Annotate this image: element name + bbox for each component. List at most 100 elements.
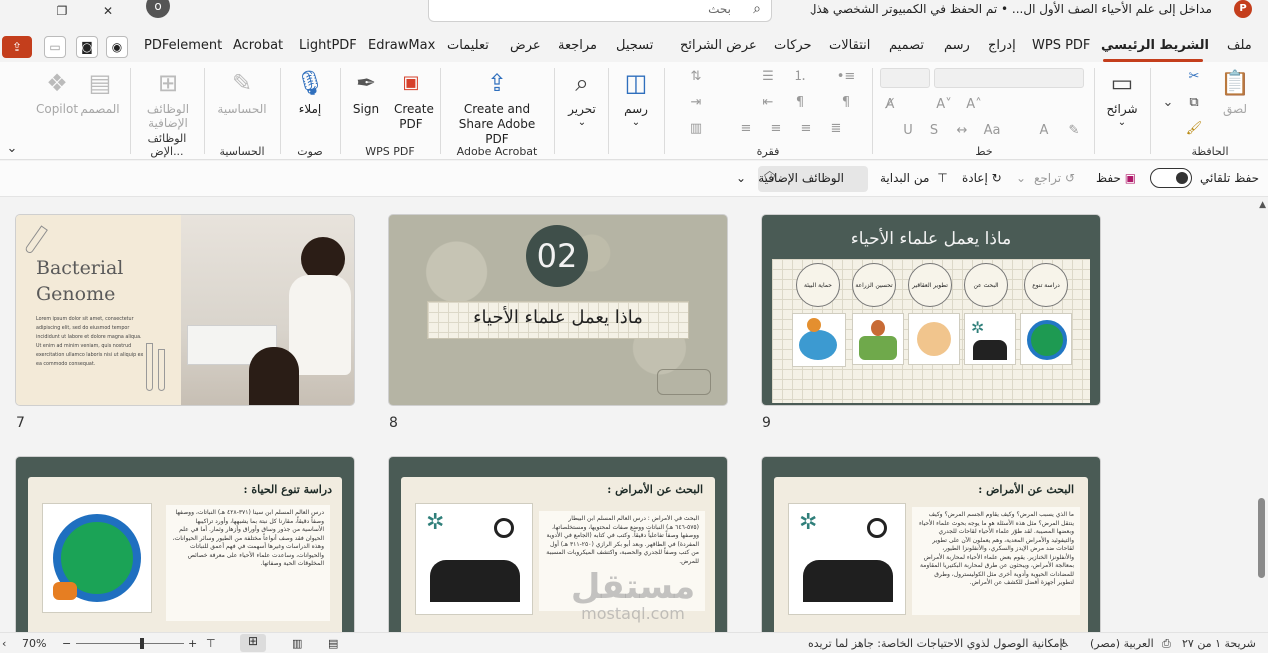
undo-dropdown-icon[interactable]: ⌄ — [1016, 171, 1026, 185]
collapse-ribbon-icon[interactable]: ⌄ — [2, 140, 22, 158]
designer-button[interactable]: ▤ المصمم — [78, 68, 122, 116]
text-direction-icon[interactable]: ⇅ — [686, 68, 706, 86]
autosave-toggle[interactable] — [1150, 168, 1192, 188]
profile-avatar[interactable]: o — [146, 0, 170, 18]
tab-insert[interactable]: إدراج — [988, 38, 1016, 53]
normal-view-icon[interactable]: ▤ — [328, 637, 338, 650]
slide-thumbnail-9[interactable]: ماذا يعمل علماء الأحياء دراسة تنوع الحيا… — [762, 215, 1100, 405]
align-right-icon[interactable]: ≡ — [796, 120, 816, 138]
share-pdf-icon: ⇪ — [486, 69, 508, 97]
format-painter-icon[interactable]: 🖌 — [1184, 120, 1204, 138]
font-size-box[interactable] — [880, 68, 930, 88]
copy-icon[interactable]: ⧉ — [1184, 94, 1204, 112]
tab-animations[interactable]: حركات — [774, 38, 812, 53]
tab-wps-pdf[interactable]: WPS PDF — [1032, 38, 1090, 53]
dictate-button[interactable]: 🎙 إملاء — [288, 68, 332, 116]
change-case-icon[interactable]: Aa — [982, 122, 1002, 140]
tab-home[interactable]: الشريط الرئيسي — [1101, 38, 1209, 53]
ribbon-separator — [440, 68, 441, 154]
grow-font-icon[interactable]: A˄ — [964, 96, 984, 114]
edit-button[interactable]: ⌕ تحرير ⌄ — [560, 68, 604, 130]
rtl-icon[interactable]: ¶ — [790, 94, 810, 112]
qat-customize-icon[interactable]: ⌄ — [736, 171, 746, 185]
shrink-font-icon[interactable]: A˅ — [934, 96, 954, 114]
bullets-icon[interactable]: •≡ — [836, 68, 856, 86]
reading-view-icon[interactable]: ▥ — [292, 637, 302, 650]
scroll-up-icon[interactable]: ▲ — [1259, 200, 1266, 210]
accessibility-status[interactable]: إمكانية الوصول لذوي الاحتياجات الخاصة: ج… — [808, 637, 1063, 650]
camera-icon[interactable]: ◙ — [76, 36, 98, 58]
sign-button[interactable]: ✒ Sign — [346, 68, 386, 116]
cut-icon[interactable]: ✂ — [1184, 68, 1204, 86]
justify-icon[interactable]: ≣ — [826, 120, 846, 138]
create-pdf-button[interactable]: ▣ Create PDF — [388, 68, 434, 132]
tab-draw[interactable]: رسم — [944, 38, 970, 53]
language-status[interactable]: العربية (مصر) — [1090, 637, 1154, 650]
line-spacing-icon[interactable]: ☰ — [758, 68, 778, 86]
create-share-adobe-pdf-button[interactable]: ⇪ Create and Share Adobe PDF — [446, 68, 548, 147]
qat-addins-button[interactable]: ⬠ الوظائف الإضافية — [758, 166, 868, 192]
tab-help[interactable]: تعليمات — [447, 38, 489, 53]
scrollbar-thumb[interactable] — [1258, 498, 1265, 578]
vertical-scrollbar[interactable]: ▲ — [1254, 198, 1268, 632]
slide-sorter-view-icon[interactable]: ⊞ — [240, 634, 266, 652]
ribbon-separator — [280, 68, 281, 154]
tab-acrobat[interactable]: Acrobat — [233, 38, 283, 53]
comments-icon[interactable]: ▭ — [44, 36, 66, 58]
tab-edrawmax[interactable]: EdrawMax — [368, 38, 435, 53]
clear-format-icon[interactable]: A̸ — [880, 96, 900, 114]
numbering-icon[interactable]: ⒈ — [790, 68, 810, 86]
watermark-url: mostaql.com — [581, 604, 685, 623]
tab-lightpdf[interactable]: LightPDF — [299, 38, 357, 53]
font-name-box[interactable] — [934, 68, 1084, 88]
slide-thumbnail-8[interactable]: 02 ماذا يعمل علماء الأحياء — [389, 215, 727, 405]
record-icon[interactable]: ◉ — [106, 36, 128, 58]
tab-review[interactable]: مراجعة — [558, 38, 597, 53]
from-start-button[interactable]: من البداية ⊤ — [880, 171, 948, 185]
strikethrough-icon[interactable]: S — [924, 122, 944, 140]
dropdown-icon[interactable]: ⌄ — [1158, 94, 1178, 112]
sensitivity-button[interactable]: ✎ الحساسية — [212, 68, 272, 116]
slide-thumbnail-10[interactable]: دراسة تنوع الحياة : درس العالم المسلم اب… — [16, 457, 354, 632]
redo-button[interactable]: إعادة ↻ — [962, 171, 1002, 185]
copilot-button[interactable]: ❖ Copilot — [34, 68, 80, 116]
addins-button[interactable]: ⊞ الوظائف الإضافية — [140, 68, 196, 130]
font-color-icon[interactable]: A — [1034, 122, 1054, 140]
zoom-level[interactable]: 70% — [22, 637, 46, 650]
align-left-icon[interactable]: ≡ — [736, 120, 756, 138]
slide10-body: درس العالم المسلم ابن سينا (٣٧١-٤٢٨ هـ) … — [172, 509, 324, 567]
tab-view[interactable]: عرض — [510, 38, 541, 53]
presenter-view-icon[interactable]: ⊤ — [206, 637, 216, 650]
columns-icon[interactable]: ▥ — [686, 120, 706, 138]
char-spacing-icon[interactable]: ↔ — [952, 122, 972, 140]
undo-button[interactable]: تراجع ↺ — [1034, 171, 1075, 185]
underline-icon[interactable]: U — [898, 122, 918, 140]
close-icon[interactable]: ✕ — [98, 0, 118, 22]
highlight-icon[interactable]: ✎ — [1064, 122, 1084, 140]
zoom-minus[interactable]: − — [62, 637, 71, 650]
tab-design[interactable]: تصميم — [889, 38, 924, 53]
indent-decrease-icon[interactable]: ⇤ — [758, 94, 778, 112]
align-text-icon[interactable]: ⇥ — [686, 94, 706, 112]
draw-button[interactable]: ◫ رسم ⌄ — [614, 68, 658, 130]
tab-file[interactable]: ملف — [1227, 38, 1252, 53]
zoom-slider-thumb[interactable] — [140, 638, 144, 649]
slide-thumbnail-12[interactable]: البحث عن الأمراض : ✲ ما الذي يسبب المرض؟… — [762, 457, 1100, 632]
search-box[interactable]: بحث ⌕ — [428, 0, 772, 22]
zoom-plus[interactable]: + — [188, 637, 197, 650]
window-restore-icon[interactable]: ❐ — [52, 0, 72, 22]
zoom-slider[interactable] — [76, 638, 184, 649]
tab-pdfelement[interactable]: PDFelement — [144, 38, 222, 53]
save-button[interactable]: حفظ ▣ — [1096, 171, 1136, 185]
align-center-icon[interactable]: ≡ — [766, 120, 786, 138]
ltr-icon[interactable]: ¶ — [836, 94, 856, 112]
share-icon[interactable]: ⇪ — [2, 36, 32, 58]
tab-record[interactable]: تسجيل — [616, 38, 653, 53]
addins-group-label: الوظائف الإض... — [147, 132, 187, 158]
slide-thumbnail-7[interactable]: Bacterial Genome Lorem ipsum dolor sit a… — [16, 215, 354, 405]
paste-button[interactable]: 📋 لصق — [1212, 68, 1258, 116]
new-slide-button[interactable]: ▭ شرائح ⌄ — [1100, 68, 1144, 130]
tab-slideshow[interactable]: عرض الشرائح — [680, 38, 757, 53]
zoom-out-icon[interactable]: ‹ — [2, 637, 6, 650]
tab-transitions[interactable]: انتقالات — [829, 38, 870, 53]
